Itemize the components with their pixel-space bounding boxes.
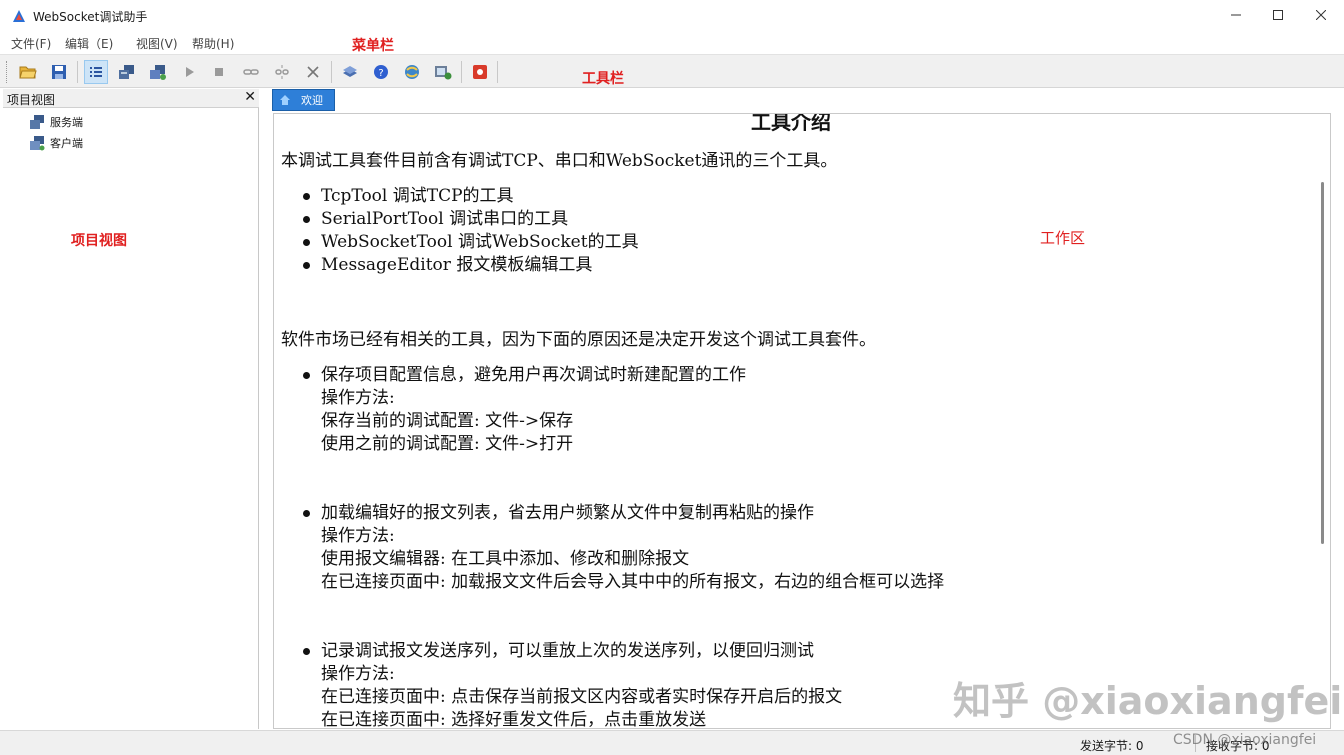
save-icon [52,65,66,79]
close-icon [307,66,319,78]
sent-bytes: 发送字节: 0 [1080,739,1144,753]
help-button[interactable]: ? [369,60,393,84]
tree-item-label: 服务端 [50,116,83,129]
feature-line: 使用之前的调试配置: 文件->打开 [321,434,574,454]
server-icon [119,65,134,79]
server-icon [30,115,44,129]
list-item: 保存项目配置信息，避免用户再次调试时新建配置的工作 操作方法: 保存当前的调试配… [301,364,746,456]
menu-file[interactable]: 文件(F) [11,35,51,52]
play-icon [186,67,194,77]
feature-heading: 保存项目配置信息，避免用户再次调试时新建配置的工作 [321,365,746,385]
server-button[interactable] [115,60,139,84]
feature-list-1: 保存项目配置信息，避免用户再次调试时新建配置的工作 操作方法: 保存当前的调试配… [301,364,746,456]
feature-line: 使用报文编辑器: 在工具中添加、修改和删除报文 [321,549,690,569]
client-icon [30,136,45,151]
menu-view[interactable]: 视图(V) [136,35,178,52]
list-item: MessageEditor 报文模板编辑工具 [301,254,639,277]
panel-close-button[interactable]: ✕ [244,89,256,105]
connect-icon [243,69,259,75]
tree-item-client[interactable]: 客户端 [29,134,83,152]
feature-list-2: 加载编辑好的报文列表，省去用户频繁从文件中复制再粘贴的操作 操作方法: 使用报文… [301,502,944,594]
tab-label: 欢迎 [301,94,323,107]
reason-text: 软件市场已经有相关的工具，因为下面的原因还是决定开发这个调试工具套件。 [281,330,876,350]
maximize-button[interactable] [1255,0,1301,30]
vertical-scrollbar[interactable] [1316,114,1330,728]
feature-heading: 加载编辑好的报文列表，省去用户频繁从文件中复制再粘贴的操作 [321,503,814,523]
maximize-icon [1273,10,1283,20]
message-editor-button[interactable] [338,60,362,84]
tree-item-server[interactable]: 服务端 [29,113,83,131]
menu-bar: 文件(F) 编辑（E) 视图(V) 帮助(H) 菜单栏 [0,32,1344,54]
home-icon [280,95,290,105]
stop-icon [215,68,223,76]
work-area: 工具介绍 本调试工具套件目前含有调试TCP、串口和WebSocket通讯的三个工… [273,113,1331,729]
help-icon: ? [374,65,388,79]
feature-line: 在已连接页面中: 加载报文文件后会导入其中中的所有报文，右边的组合框可以选择 [321,572,945,592]
open-button[interactable] [16,60,40,84]
project-view-annotation: 项目视图 [71,233,127,249]
minimize-button[interactable] [1213,0,1259,30]
toolbar-grip[interactable] [6,61,9,83]
project-view-panel: 项目视图 ✕ 服务端 客户端 项目视图 [3,89,259,729]
feature-line: 保存当前的调试配置: 文件->保存 [321,411,574,431]
close-window-button[interactable] [1298,0,1344,30]
menubar-annotation: 菜单栏 [352,38,394,54]
toolbar-annotation: 工具栏 [582,71,624,87]
app-icon [13,10,25,22]
close-tool-button[interactable] [301,60,325,84]
window-title: WebSocket调试助手 [33,10,148,24]
menu-help[interactable]: 帮助(H) [192,35,234,52]
client-icon [150,65,166,80]
connect-button[interactable] [239,60,263,84]
open-folder-icon [19,66,37,79]
csdn-watermark: CSDN @xiaoxiangfei [1173,732,1317,748]
list-item: SerialPortTool 调试串口的工具 [301,208,639,231]
status-bar: 发送字节: 0 接收字节: 0 CSDN @xiaoxiangfei [0,730,1344,755]
book-icon [343,66,357,77]
toolbar: ? 工具栏 [0,54,1344,88]
panel-header: 项目视图 ✕ [3,89,259,108]
image-settings-icon [435,66,452,80]
svg-text:?: ? [378,68,383,79]
network-icon [405,65,419,79]
workarea-annotation: 工作区 [1040,229,1086,247]
watermark: 知乎 @xiaoxiangfei [953,679,1343,723]
network-button[interactable] [400,60,424,84]
intro-text: 本调试工具套件目前含有调试TCP、串口和WebSocket通讯的三个工具。 [281,151,838,171]
stop-button[interactable] [207,60,231,84]
tab-welcome[interactable]: 欢迎 [272,89,335,111]
tree-item-label: 客户端 [50,137,83,150]
document-title: 工具介绍 [751,113,831,134]
feature-line: 在已连接页面中: 点击保存当前报文区内容或者实时保存开启后的报文 [321,687,843,707]
feature-line: 操作方法: [321,664,395,684]
feature-line: 操作方法: [321,526,395,546]
feature-list-3: 记录调试报文发送序列，可以重放上次的发送序列，以便回归测试 操作方法: 在已连接… [301,640,843,729]
list-view-button[interactable] [84,60,108,84]
image-settings-button[interactable] [431,60,455,84]
feature-line: 操作方法: [321,388,395,408]
record-button[interactable] [468,60,492,84]
tool-list: TcpTool 调试TCP的工具 SerialPortTool 调试串口的工具 … [301,185,639,277]
list-item: 记录调试报文发送序列，可以重放上次的发送序列，以便回归测试 操作方法: 在已连接… [301,640,843,729]
save-button[interactable] [47,60,71,84]
scrollbar-thumb[interactable] [1321,182,1324,544]
list-item: TcpTool 调试TCP的工具 [301,185,639,208]
menu-edit[interactable]: 编辑（E) [65,35,113,52]
close-icon [1316,10,1326,20]
start-button[interactable] [177,60,201,84]
panel-title: 项目视图 [7,93,56,107]
list-item: WebSocketTool 调试WebSocket的工具 [301,231,639,254]
minimize-icon [1231,14,1241,16]
client-button[interactable] [146,60,170,84]
feature-heading: 记录调试报文发送序列，可以重放上次的发送序列，以便回归测试 [321,641,814,661]
title-bar: WebSocket调试助手 [0,0,1344,32]
list-view-icon [90,67,102,77]
disconnect-icon [275,65,289,79]
list-item: 加载编辑好的报文列表，省去用户频繁从文件中复制再粘贴的操作 操作方法: 使用报文… [301,502,944,594]
record-icon [473,65,487,79]
feature-line: 在已连接页面中: 选择好重发文件后，点击重放发送 [321,710,707,729]
disconnect-button[interactable] [270,60,294,84]
